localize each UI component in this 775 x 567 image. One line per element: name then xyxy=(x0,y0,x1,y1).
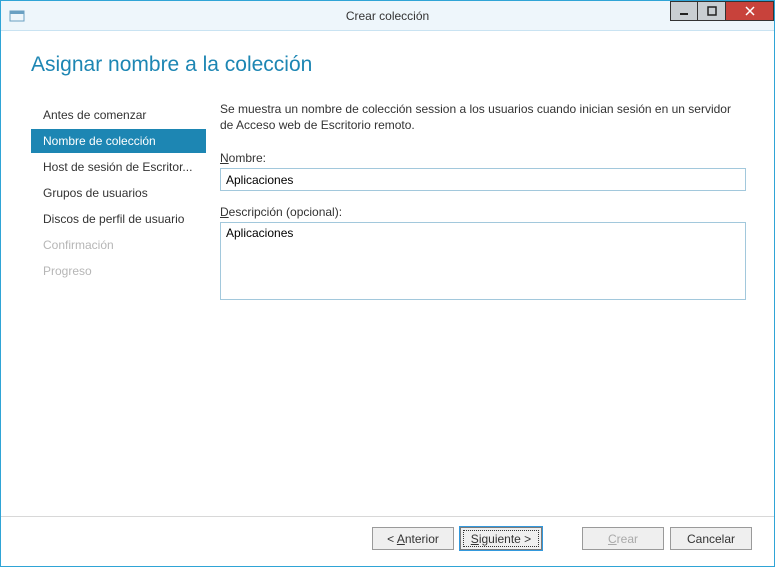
wizard-header: Asignar nombre a la colección xyxy=(1,31,774,87)
button-spacer xyxy=(548,527,576,550)
window-controls xyxy=(670,1,774,30)
step-session-host[interactable]: Host de sesión de Escritor... xyxy=(31,155,206,179)
content-area: Asignar nombre a la colección Antes de c… xyxy=(1,31,774,566)
maximize-icon xyxy=(707,6,717,16)
name-field-block: Nombre: xyxy=(220,151,746,191)
create-button: Crear xyxy=(582,527,664,550)
wizard-footer: < Anterior Siguiente > Crear Cancelar xyxy=(1,516,774,566)
app-icon xyxy=(9,8,25,24)
step-user-groups[interactable]: Grupos de usuarios xyxy=(31,181,206,205)
window-title: Crear colección xyxy=(1,9,774,23)
name-label: Nombre: xyxy=(220,151,746,165)
intro-text: Se muestra un nombre de colección sessio… xyxy=(220,101,746,133)
page-title: Asignar nombre a la colección xyxy=(31,53,746,77)
step-confirmation: Confirmación xyxy=(31,233,206,257)
step-before-start[interactable]: Antes de comenzar xyxy=(31,103,206,127)
step-progress: Progreso xyxy=(31,259,206,283)
titlebar: Crear colección xyxy=(1,1,774,31)
name-input[interactable] xyxy=(220,168,746,191)
minimize-icon xyxy=(679,6,689,16)
close-icon xyxy=(745,6,755,16)
cancel-button[interactable]: Cancelar xyxy=(670,527,752,550)
description-field-block: Descripción (opcional): Aplicaciones xyxy=(220,205,746,303)
steps-sidebar: Antes de comenzar Nombre de colección Ho… xyxy=(31,99,206,516)
wizard-window: Crear colección Asignar nombre a la cole… xyxy=(0,0,775,567)
next-button[interactable]: Siguiente > xyxy=(460,527,542,550)
wizard-body: Antes de comenzar Nombre de colección Ho… xyxy=(1,87,774,516)
description-label: Descripción (opcional): xyxy=(220,205,746,219)
step-collection-name[interactable]: Nombre de colección xyxy=(31,129,206,153)
description-input[interactable]: Aplicaciones xyxy=(220,222,746,300)
previous-button[interactable]: < Anterior xyxy=(372,527,454,550)
minimize-button[interactable] xyxy=(670,1,698,21)
close-button[interactable] xyxy=(726,1,774,21)
form-panel: Se muestra un nombre de colección sessio… xyxy=(206,99,746,516)
maximize-button[interactable] xyxy=(698,1,726,21)
step-profile-disks[interactable]: Discos de perfil de usuario xyxy=(31,207,206,231)
